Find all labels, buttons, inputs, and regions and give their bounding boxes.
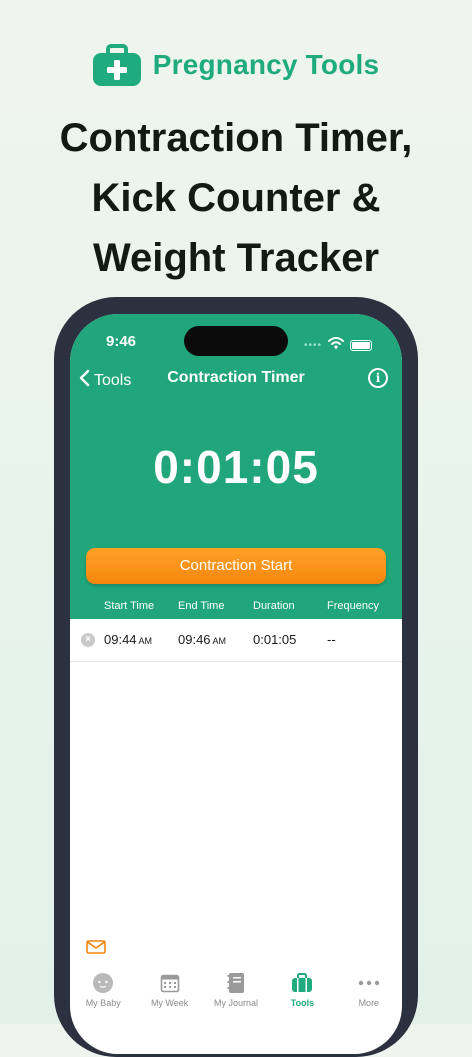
column-header-end-time: End Time xyxy=(178,600,225,612)
tab-label-my-baby: My Baby xyxy=(85,998,121,1008)
timer-display: 0:01:05 xyxy=(153,441,319,493)
tab-more[interactable]: More xyxy=(336,964,402,1012)
table-row: × 09:44 AM 09:46 AM 0:01:05 -- xyxy=(70,619,402,662)
contraction-start-button[interactable]: Contraction Start xyxy=(86,548,386,584)
dynamic-island xyxy=(184,326,288,356)
info-icon[interactable]: i xyxy=(368,368,388,388)
tab-label-tools: Tools xyxy=(290,998,315,1008)
tab-bar: My Baby My Week My Journal Tools More xyxy=(70,964,402,1012)
journal-icon xyxy=(225,972,247,994)
tab-my-baby[interactable]: My Baby xyxy=(70,964,136,1012)
frequency-cell: -- xyxy=(327,632,336,647)
signal-icon: •••• xyxy=(303,339,322,351)
headline-line-2: Kick Counter & xyxy=(91,176,381,220)
chevron-left-icon xyxy=(78,369,90,392)
column-header-frequency: Frequency xyxy=(327,600,379,612)
tab-label-more: More xyxy=(358,998,380,1008)
tab-label-my-week: My Week xyxy=(150,998,189,1008)
column-header-duration: Duration xyxy=(253,600,295,612)
delete-icon[interactable]: × xyxy=(81,633,95,647)
brand-title: Pregnancy Tools xyxy=(152,49,380,80)
headline-line-3: Weight Tracker xyxy=(92,236,380,280)
status-time: 9:46 xyxy=(106,333,137,350)
first-aid-kit-icon xyxy=(92,44,141,86)
back-label: Tools xyxy=(94,371,132,389)
tab-label-my-journal: My Journal xyxy=(214,998,259,1008)
timer-panel: 9:46 •••• Tools Contraction Timer i 0:01… xyxy=(70,314,402,619)
headline-line-1: Contraction Timer, xyxy=(59,116,413,160)
brand-header: Pregnancy Tools xyxy=(0,44,472,86)
end-time-cell: 09:46 AM xyxy=(178,632,227,647)
mail-icon[interactable] xyxy=(86,940,106,954)
tab-my-week[interactable]: My Week xyxy=(136,964,202,1012)
headline: Contraction Timer, Kick Counter & Weight… xyxy=(0,108,472,288)
battery-icon xyxy=(350,339,372,351)
tab-my-journal[interactable]: My Journal xyxy=(203,964,269,1012)
column-header-start-time: Start Time xyxy=(104,600,155,612)
toolbox-icon xyxy=(291,972,313,994)
phone-screen: 9:46 •••• Tools Contraction Timer i 0:01… xyxy=(70,314,402,1054)
more-icon xyxy=(358,972,380,994)
baby-icon xyxy=(92,972,114,994)
back-button[interactable]: Tools xyxy=(78,369,131,392)
duration-cell: 0:01:05 xyxy=(253,632,297,647)
status-indicators: •••• xyxy=(304,336,372,354)
start-time-cell: 09:44 AM xyxy=(104,632,153,647)
wifi-icon xyxy=(328,336,344,354)
calendar-icon xyxy=(159,972,181,994)
tab-tools[interactable]: Tools xyxy=(269,964,335,1012)
